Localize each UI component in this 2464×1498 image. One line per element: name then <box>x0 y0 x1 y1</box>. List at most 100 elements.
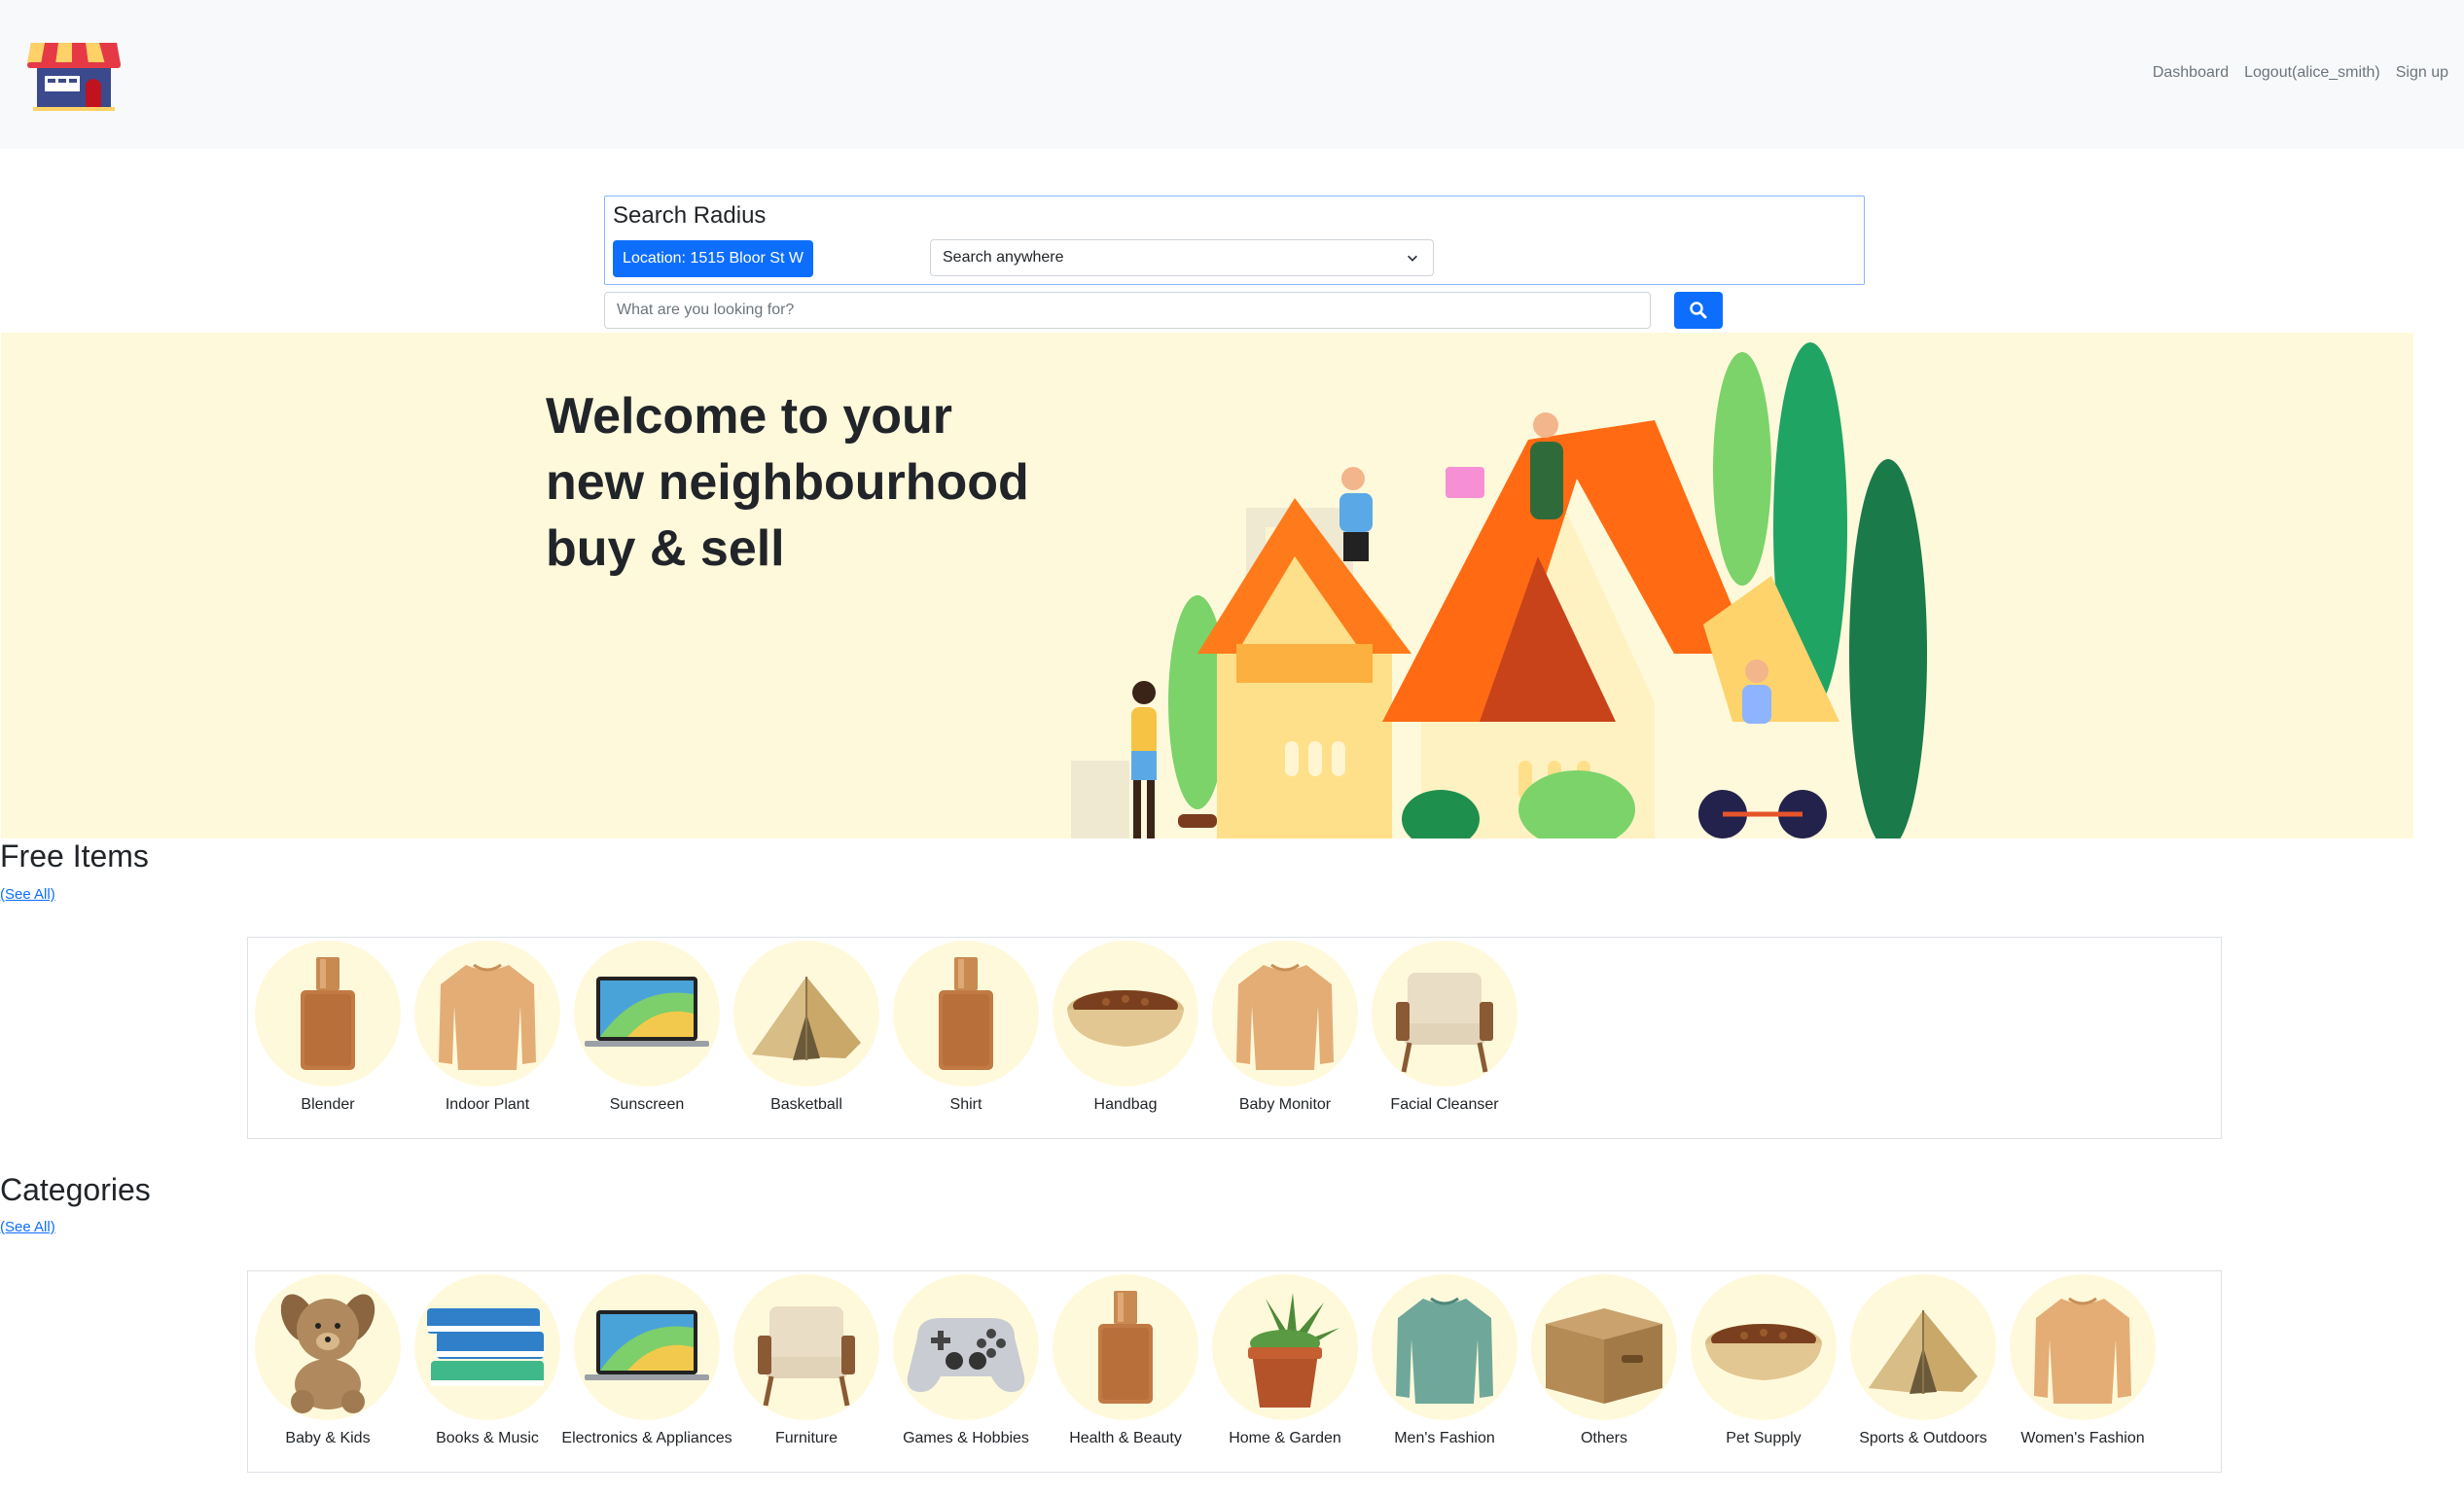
free-item-tile[interactable]: Sunscreen <box>567 941 727 1138</box>
category-thumbnail <box>893 1274 1039 1420</box>
search-button[interactable] <box>1674 292 1723 329</box>
category-label: Health & Beauty <box>1069 1430 1182 1446</box>
free-item-thumbnail <box>414 941 560 1087</box>
tent-icon <box>1869 1310 1978 1394</box>
categories-strip: Baby & Kids Books & Music Electronics & Ap… <box>247 1270 2222 1473</box>
category-thumbnail <box>255 1274 401 1420</box>
laptop-icon <box>585 977 709 1047</box>
free-item-label: Facial Cleanser <box>1390 1096 1499 1113</box>
nav-dashboard-link[interactable]: Dashboard <box>2153 64 2229 82</box>
category-thumbnail <box>1053 1274 1198 1420</box>
teddy-bear-icon <box>280 1294 375 1413</box>
hero-banner: Welcome to your new neighbourhood buy & … <box>1 333 2413 838</box>
category-tile[interactable]: Baby & Kids <box>248 1274 408 1472</box>
category-thumbnail <box>1531 1274 1677 1420</box>
categories-see-all-link[interactable]: (See All) <box>0 1219 55 1235</box>
chevron-down-icon <box>1408 255 1417 262</box>
free-item-tile[interactable]: Facial Cleanser <box>1365 941 1524 1138</box>
sweater-icon <box>1236 963 1334 1070</box>
free-item-tile[interactable]: Baby Monitor <box>1205 941 1365 1138</box>
search-icon <box>1690 302 1707 319</box>
free-item-label: Sunscreen <box>609 1096 685 1113</box>
free-item-tile[interactable]: Handbag <box>1046 941 1205 1138</box>
free-item-label: Handbag <box>1093 1096 1158 1113</box>
category-label: Furniture <box>774 1430 839 1446</box>
free-item-tile[interactable]: Blender <box>248 941 408 1138</box>
free-items-strip: Blender Indoor Plant Sunscreen Basketball Sh… <box>247 937 2222 1139</box>
hero-title-line-2: new neighbourhood <box>546 454 1029 511</box>
books-icon <box>427 1308 544 1386</box>
location-button[interactable]: Location: 1515 Bloor St W <box>613 240 813 277</box>
category-label: Women's Fashion <box>2020 1430 2145 1446</box>
search-radius-value: Search anywhere <box>943 249 1064 266</box>
nav-links: Dashboard Logout(alice_smith) Sign up <box>2153 64 2448 82</box>
category-tile[interactable]: Women's Fashion <box>2003 1274 2162 1472</box>
category-tile[interactable]: Electronics & Appliances <box>561 1274 732 1472</box>
search-input[interactable] <box>604 292 1651 329</box>
cardboard-box-icon <box>1546 1308 1662 1404</box>
category-thumbnail <box>1372 1274 1518 1420</box>
foundation-bottle-icon <box>939 957 993 1070</box>
hero-title: Welcome to your new neighbourhood buy & … <box>546 383 1090 582</box>
category-thumbnail <box>1850 1274 1996 1420</box>
category-thumbnail <box>2010 1274 2156 1420</box>
pet-bowl-icon <box>1067 990 1184 1047</box>
green-sweater-icon <box>1396 1297 1493 1404</box>
nav-signup-link[interactable]: Sign up <box>2396 64 2448 82</box>
hero-title-line-1: Welcome to your <box>546 388 953 445</box>
free-item-label: Baby Monitor <box>1238 1096 1332 1113</box>
armchair-icon <box>1396 973 1493 1073</box>
free-item-label: Indoor Plant <box>445 1096 530 1113</box>
category-label: Sports & Outdoors <box>1859 1430 1987 1446</box>
category-thumbnail <box>414 1274 560 1420</box>
navbar: Dashboard Logout(alice_smith) Sign up <box>0 0 2464 149</box>
category-tile[interactable]: Books & Music <box>408 1274 567 1472</box>
category-tile[interactable]: Furniture <box>727 1274 886 1472</box>
potted-plant-icon <box>1246 1293 1339 1408</box>
neighbourhood-illustration-icon <box>1071 342 1927 838</box>
free-item-thumbnail <box>1372 941 1518 1087</box>
categories-title: Categories <box>0 1172 151 1207</box>
free-item-tile[interactable]: Basketball <box>727 941 886 1138</box>
category-thumbnail <box>1212 1274 1358 1420</box>
free-item-tile[interactable]: Shirt <box>886 941 1046 1138</box>
category-thumbnail <box>1691 1274 1837 1420</box>
search-radius-select[interactable]: Search anywhere <box>930 239 1434 276</box>
game-controller-icon <box>907 1318 1025 1392</box>
sweater-icon <box>2034 1297 2131 1404</box>
free-item-label: Blender <box>301 1096 355 1113</box>
category-tile[interactable]: Games & Hobbies <box>886 1274 1046 1472</box>
category-tile[interactable]: Others <box>1524 1274 1684 1472</box>
free-item-label: Basketball <box>770 1096 842 1113</box>
free-item-thumbnail <box>1212 941 1358 1087</box>
foundation-bottle-icon <box>301 957 355 1070</box>
category-label: Others <box>1580 1430 1627 1446</box>
category-tile[interactable]: Pet Supply <box>1684 1274 1843 1472</box>
nav-logout-link[interactable]: Logout(alice_smith) <box>2244 64 2380 82</box>
category-label: Men's Fashion <box>1394 1430 1495 1446</box>
hero-title-line-3: buy & sell <box>546 520 785 577</box>
free-item-thumbnail <box>733 941 879 1087</box>
armchair-icon <box>758 1306 855 1407</box>
category-tile[interactable]: Men's Fashion <box>1365 1274 1524 1472</box>
category-label: Pet Supply <box>1726 1430 1802 1446</box>
category-label: Baby & Kids <box>285 1430 371 1446</box>
free-items-see-all-link[interactable]: (See All) <box>0 886 55 903</box>
laptop-icon <box>585 1310 709 1380</box>
category-label: Electronics & Appliances <box>561 1430 732 1446</box>
category-tile[interactable]: Sports & Outdoors <box>1843 1274 2003 1472</box>
pet-bowl-icon <box>1705 1324 1822 1380</box>
category-tile[interactable]: Home & Garden <box>1205 1274 1365 1472</box>
free-items-title: Free Items <box>0 838 149 874</box>
category-tile[interactable]: Health & Beauty <box>1046 1274 1205 1472</box>
free-item-tile[interactable]: Indoor Plant <box>408 941 567 1138</box>
category-label: Games & Hobbies <box>903 1430 1029 1446</box>
category-label: Home & Garden <box>1229 1430 1341 1446</box>
category-thumbnail <box>733 1274 879 1420</box>
free-item-thumbnail <box>1053 941 1198 1087</box>
shop-logo-icon[interactable] <box>23 35 125 115</box>
category-thumbnail <box>574 1274 720 1420</box>
free-item-thumbnail <box>255 941 401 1087</box>
category-label: Books & Music <box>436 1430 539 1446</box>
free-item-label: Shirt <box>949 1096 982 1113</box>
